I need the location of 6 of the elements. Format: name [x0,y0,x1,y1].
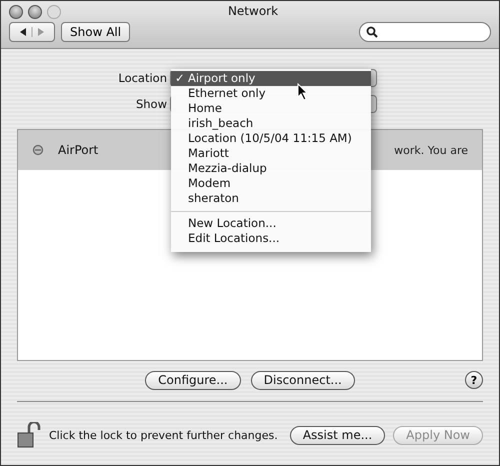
service-name: AirPort [58,143,98,157]
show-label: Show [134,97,167,111]
lock-message: Click the lock to prevent further changes. [49,428,278,442]
service-status: work. You are [394,144,468,156]
location-label: Location [117,71,167,85]
window-title: Network [226,4,280,18]
